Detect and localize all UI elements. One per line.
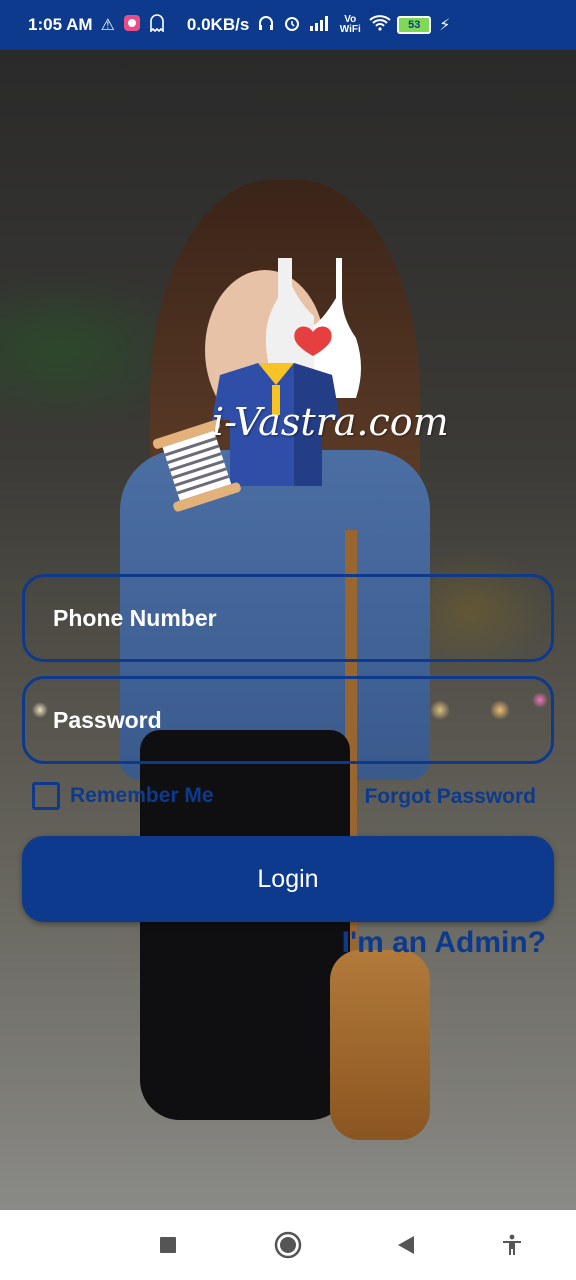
charging-bolt-icon: ⚡: [439, 17, 451, 34]
phone-number-field[interactable]: [22, 574, 554, 662]
app-logo: i-Vastra.com: [150, 250, 449, 520]
back-triangle-icon[interactable]: [386, 1210, 426, 1280]
headphones-icon: [257, 14, 275, 37]
password-field[interactable]: [22, 676, 554, 764]
accessibility-icon[interactable]: [492, 1210, 532, 1280]
vowifi-label: Vo WiFi: [339, 14, 361, 35]
navigation-bar: [0, 1210, 576, 1280]
login-button[interactable]: Login: [22, 836, 554, 922]
remember-me-checkbox[interactable]: Remember Me: [32, 782, 214, 810]
recents-square-icon[interactable]: [148, 1210, 188, 1280]
home-circle-icon[interactable]: [266, 1210, 310, 1280]
password-input[interactable]: [25, 679, 551, 761]
forgot-password-link[interactable]: Forgot Password: [364, 785, 536, 809]
status-time: 1:05 AM: [28, 15, 93, 34]
admin-link[interactable]: I'm an Admin?: [342, 926, 546, 960]
wifi-icon: [369, 14, 391, 36]
checkbox-box[interactable]: [32, 782, 60, 810]
app-notification-icon: [123, 14, 141, 37]
brand-text: i-Vastra.com: [212, 400, 449, 444]
phone-number-input[interactable]: [25, 577, 551, 659]
status-bar: 1:05 AM ⚠ 0.0KB/s Vo WiFi 53 ⚡: [0, 0, 576, 50]
battery-icon: 53: [397, 16, 432, 34]
alarm-icon: [283, 14, 301, 37]
signal-icon: [309, 15, 331, 36]
ghost-icon: [149, 13, 165, 37]
photo-bag: [330, 950, 430, 1140]
net-speed: 0.0KB/s: [186, 15, 250, 34]
remember-me-label: Remember Me: [70, 784, 214, 807]
warning-icon: ⚠: [100, 17, 115, 34]
